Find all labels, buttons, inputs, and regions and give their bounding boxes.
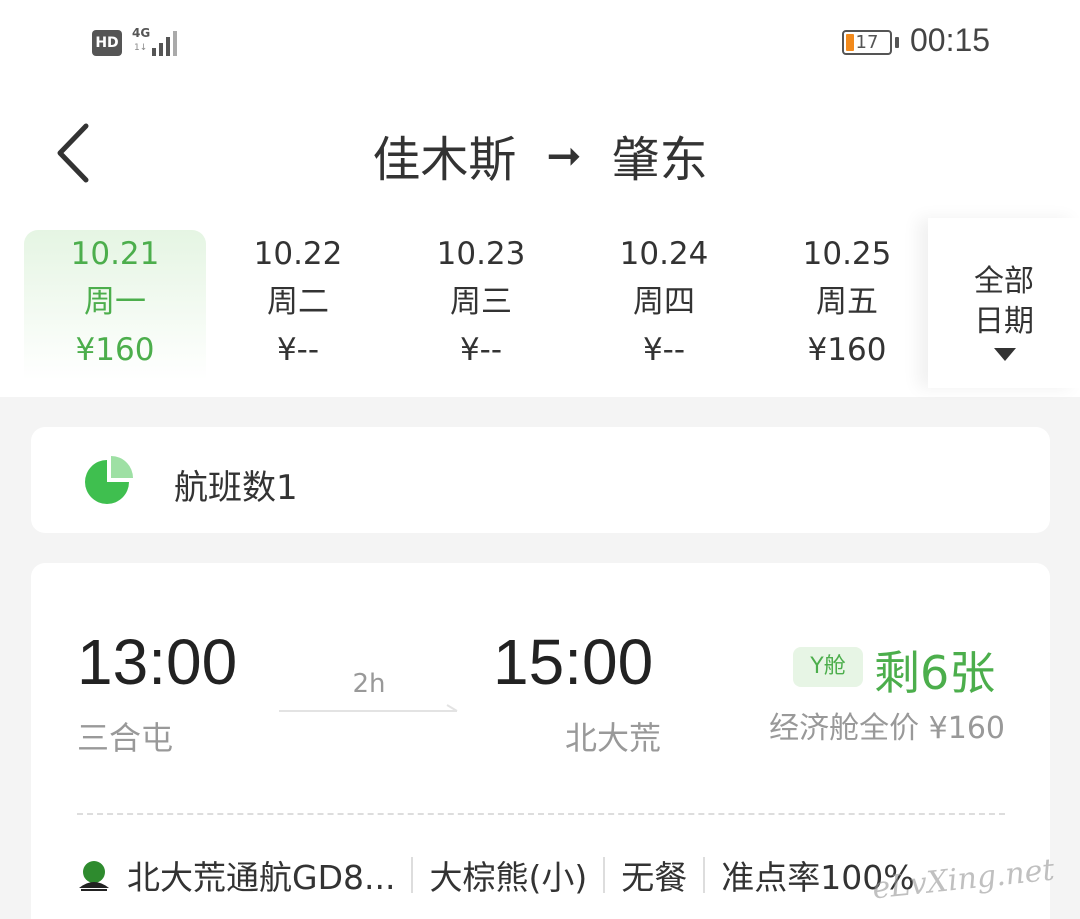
airline-logo-icon: [79, 861, 109, 891]
airline-flight-number: 北大荒通航GD8...: [127, 858, 396, 897]
weekday-label: 周五: [816, 284, 878, 320]
departure-time: 13:00: [77, 626, 238, 698]
route-title: 佳木斯 ➞ 肇东: [340, 120, 740, 190]
dropdown-arrow-icon: [994, 348, 1016, 361]
arrival-airport: 北大荒: [565, 719, 662, 757]
network-activity: 1↓: [134, 43, 148, 53]
arrival-time: 15:00: [493, 626, 654, 698]
separator: [703, 857, 706, 893]
all-dates-label-1: 全部: [974, 264, 1034, 299]
origin-city: 佳木斯: [372, 132, 517, 188]
signal-icon: 4G 1↓: [132, 26, 184, 58]
date-price: ¥--: [459, 332, 503, 368]
date-price: ¥--: [276, 332, 320, 368]
date-label: 10.24: [619, 236, 709, 272]
route-arrow: ➞: [546, 130, 582, 180]
date-tab-2[interactable]: 10.23 周三 ¥--: [390, 230, 572, 380]
status-bar: HD 4G 1↓ 17 00:15: [0, 0, 1080, 85]
all-dates-label-2: 日期: [974, 304, 1034, 339]
date-price: ¥160: [807, 332, 887, 368]
battery-icon: 17: [842, 30, 892, 55]
flight-duration: 2h: [352, 669, 386, 699]
separator: [411, 857, 414, 893]
all-dates-button[interactable]: 全部 日期: [928, 218, 1080, 388]
weekday-label: 周一: [84, 284, 146, 320]
divider: [77, 813, 1005, 815]
date-tab-0[interactable]: 10.21 周一 ¥160: [24, 230, 206, 380]
back-button[interactable]: [50, 118, 110, 188]
cabin-badge: Y舱: [793, 647, 863, 687]
date-price: ¥--: [642, 332, 686, 368]
departure-airport: 三合屯: [77, 719, 174, 757]
date-tab-3[interactable]: 10.24 周四 ¥--: [573, 230, 755, 380]
flight-count: 航班数1: [174, 468, 298, 508]
flight-count-card: 航班数1: [31, 427, 1050, 533]
network-type: 4G: [132, 26, 151, 40]
date-label: 10.22: [253, 236, 343, 272]
date-label: 10.23: [436, 236, 526, 272]
weekday-label: 周四: [633, 284, 695, 320]
flight-card[interactable]: 13:00 三合屯 2h 15:00 北大荒 Y舱 剩6张 经济舱全价 ¥160…: [31, 563, 1050, 919]
date-tab-1[interactable]: 10.22 周二 ¥--: [207, 230, 389, 380]
date-strip: 10.21 周一 ¥160 10.22 周二 ¥-- 10.23 周三 ¥-- …: [0, 218, 925, 388]
fare-price: 经济舱全价 ¥160: [769, 711, 1005, 746]
date-price: ¥160: [75, 332, 155, 368]
date-label: 10.21: [70, 236, 160, 272]
weekday-label: 周三: [450, 284, 512, 320]
chevron-left-icon: [57, 123, 89, 183]
aircraft-type: 大棕熊(小): [429, 858, 588, 897]
top-panel: HD 4G 1↓ 17 00:15 佳木斯 ➞ 肇东 10.21 周一 ¥160: [0, 0, 1080, 397]
duration-arrow-icon: [279, 704, 458, 712]
weekday-label: 周二: [267, 284, 329, 320]
seats-left: 剩6张: [874, 646, 996, 700]
separator: [603, 857, 606, 893]
meal-info: 无餐: [621, 858, 688, 897]
hd-icon: HD: [92, 30, 122, 56]
battery-level: 17: [855, 32, 879, 53]
date-label: 10.25: [802, 236, 892, 272]
pie-chart-icon: [85, 456, 133, 504]
destination-city: 肇东: [611, 132, 708, 188]
date-tab-4[interactable]: 10.25 周五 ¥160: [756, 230, 938, 380]
clock: 00:15: [910, 22, 991, 58]
